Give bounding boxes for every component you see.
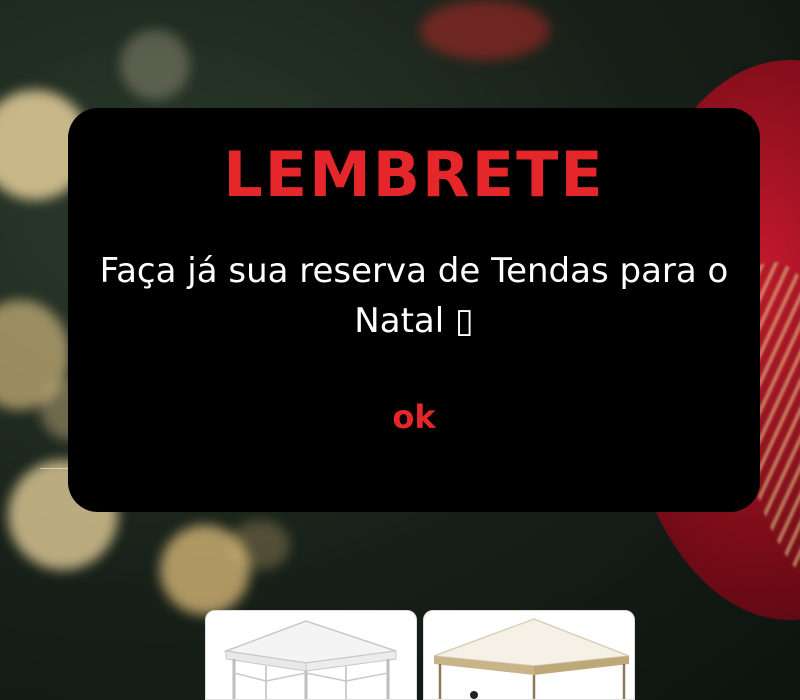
ok-button[interactable]: ok bbox=[382, 398, 445, 436]
bokeh-light bbox=[120, 30, 190, 100]
product-gallery bbox=[205, 610, 635, 700]
reminder-modal: LEMBRETE Faça já sua reserva de Tendas p… bbox=[68, 108, 760, 512]
white-tent-image bbox=[223, 620, 397, 699]
product-card-beige-tent[interactable] bbox=[423, 610, 635, 700]
product-card-white-tent[interactable] bbox=[205, 610, 417, 700]
bokeh-light bbox=[420, 0, 550, 60]
bokeh-light bbox=[230, 520, 290, 570]
beige-tent-image bbox=[433, 618, 630, 699]
modal-message: Faça já sua reserva de Tendas para o Nat… bbox=[99, 251, 729, 341]
modal-title: LEMBRETE bbox=[223, 138, 605, 211]
